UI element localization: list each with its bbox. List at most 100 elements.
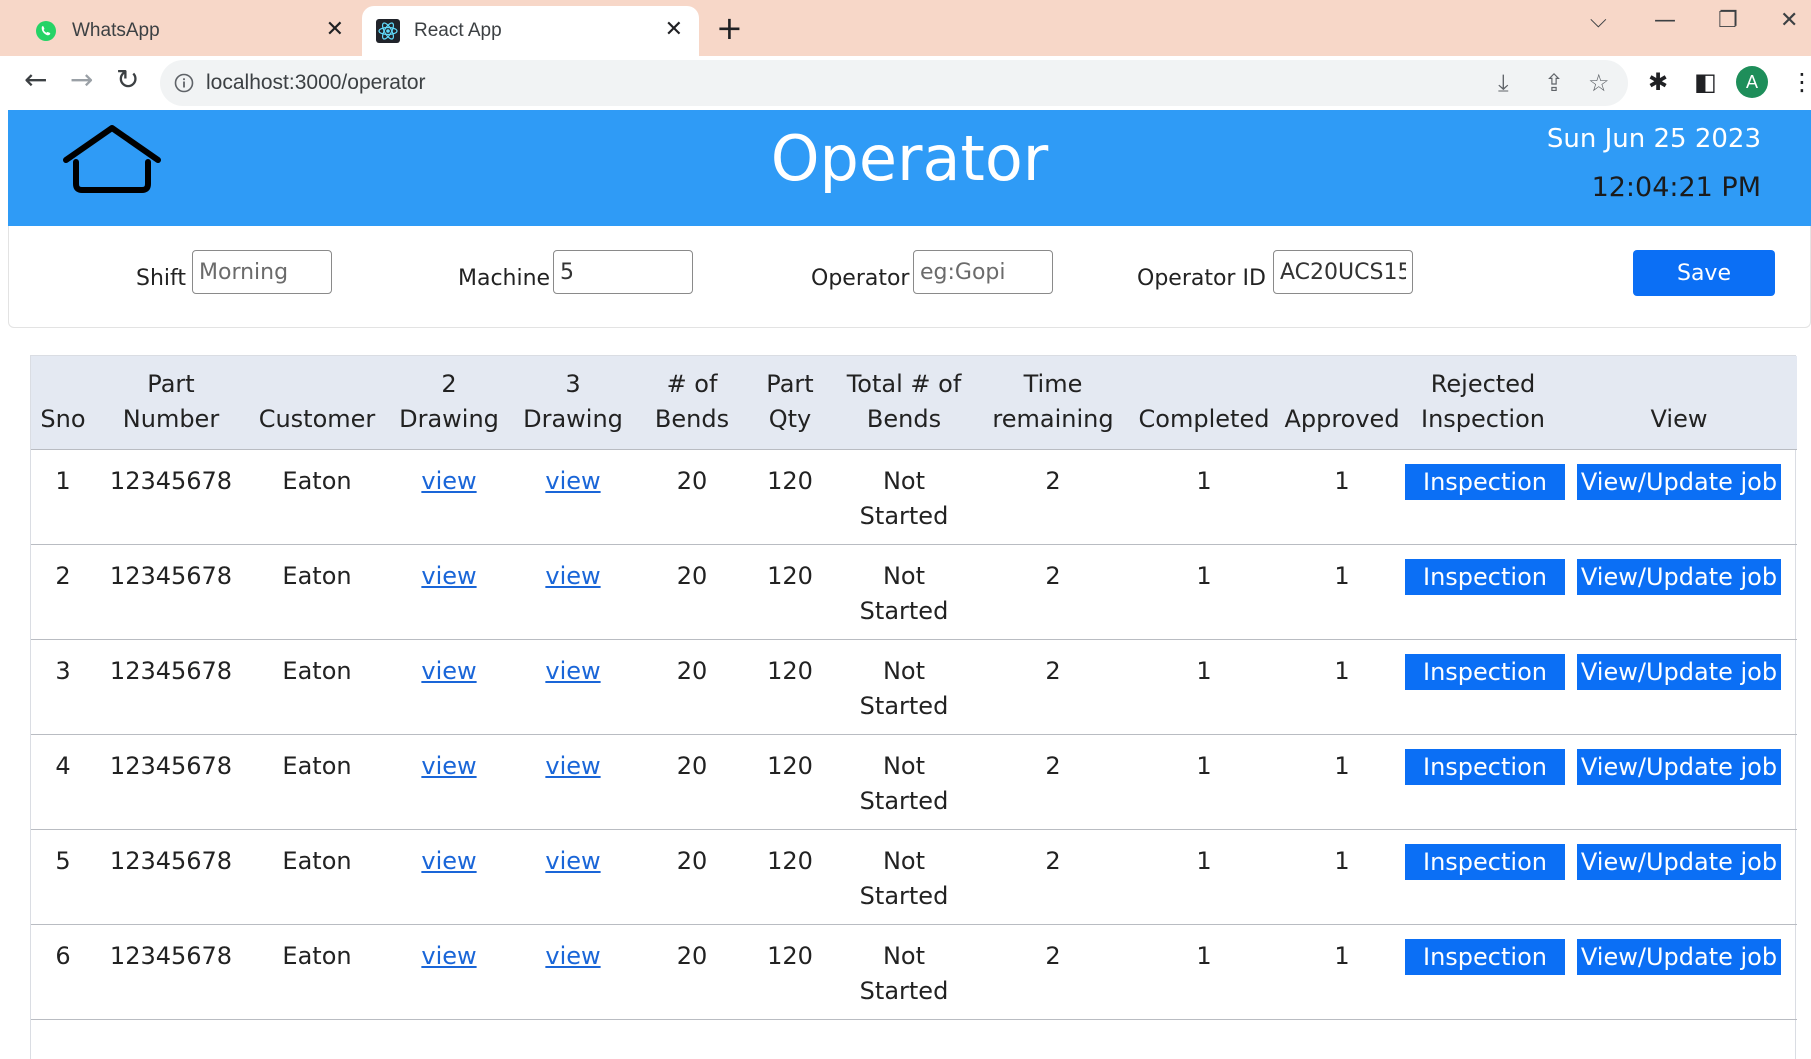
drawing-3-view-link[interactable]: view	[545, 467, 600, 495]
extensions-puzzle-icon[interactable]: ✱	[1648, 68, 1668, 96]
table-cell: 3	[31, 639, 95, 735]
column-header: View	[1561, 356, 1797, 450]
jobs-table-container: Sno Part Number Customer 2 Drawing 3 Drawing # o…	[30, 355, 1797, 1059]
part-qty-cell: 120	[767, 561, 813, 590]
table-cell: Not Started	[831, 734, 977, 830]
kebab-menu-icon[interactable]: ⋮	[1790, 68, 1811, 96]
share-icon[interactable]: ⇪	[1544, 69, 1564, 97]
part-number-cell: 12345678	[109, 656, 233, 685]
part-qty-cell: 120	[767, 751, 813, 780]
table-cell: 20	[635, 449, 749, 545]
operator-id-input[interactable]	[1273, 250, 1413, 294]
install-app-icon[interactable]: ⤓	[1498, 69, 1509, 97]
bends-cell: 20	[676, 561, 708, 590]
address-bar[interactable]: localhost:3000/operator ⤓ ⇪ ☆	[160, 60, 1628, 106]
table-cell: 2	[977, 829, 1129, 925]
view-update-job-button[interactable]: View/Update job	[1576, 938, 1782, 975]
time-remaining-cell: 2	[1045, 846, 1061, 875]
bookmark-star-icon[interactable]: ☆	[1588, 69, 1610, 97]
drawing-2-view-link[interactable]: view	[421, 562, 476, 590]
bends-cell: 20	[676, 466, 708, 495]
operator-input[interactable]	[913, 250, 1053, 294]
drawing-2-view-link[interactable]: view	[421, 752, 476, 780]
tab-react-app[interactable]: React App ✕	[362, 6, 699, 56]
rejected-inspection-button[interactable]: Inspection	[1405, 938, 1565, 975]
table-cell: 1	[1279, 449, 1405, 545]
customer-cell: Eaton	[282, 466, 352, 495]
shift-input[interactable]	[192, 250, 332, 294]
reload-icon[interactable]: ↻	[116, 66, 139, 94]
table-cell: 120	[749, 544, 831, 640]
view-update-job-button[interactable]: View/Update job	[1576, 463, 1782, 500]
table-cell: view	[387, 639, 511, 735]
bends-cell: 20	[676, 941, 708, 970]
view-update-job-button[interactable]: View/Update job	[1576, 558, 1782, 595]
total-bends-status-cell: Not	[882, 656, 926, 685]
drawing-2-view-link[interactable]: view	[421, 467, 476, 495]
completed-cell: 1	[1196, 846, 1212, 875]
rejected-inspection-button[interactable]: Inspection	[1405, 558, 1565, 595]
view-update-job-button[interactable]: View/Update job	[1576, 748, 1782, 785]
profile-avatar[interactable]: A	[1736, 66, 1768, 98]
time-remaining-cell: 2	[1045, 751, 1061, 780]
restore-icon[interactable]: ❐	[1718, 8, 1738, 33]
drawing-2-view-link[interactable]: view	[421, 657, 476, 685]
column-header-text: # of	[666, 369, 718, 398]
rejected-inspection-button[interactable]: Inspection	[1405, 748, 1565, 785]
close-tab-icon[interactable]: ✕	[665, 19, 683, 41]
drawing-2-view-link[interactable]: view	[421, 942, 476, 970]
approved-cell: 1	[1334, 466, 1350, 495]
table-cell: 2	[977, 924, 1129, 1020]
completed-cell: 1	[1196, 751, 1212, 780]
completed-cell: 1	[1196, 656, 1212, 685]
table-cell: 1	[1279, 734, 1405, 830]
drawing-3-view-link[interactable]: view	[545, 657, 600, 685]
drawing-3-view-link[interactable]: view	[545, 847, 600, 875]
rejected-inspection-button[interactable]: Inspection	[1405, 653, 1565, 690]
table-body: 1 12345678 Eaton view view 20 120 Not Started 2 1 1…	[31, 449, 1797, 1020]
column-header: Completed	[1129, 356, 1279, 450]
close-tab-icon[interactable]: ✕	[326, 19, 344, 41]
total-bends-status-cell: Started	[859, 596, 949, 625]
table-cell: Eaton	[247, 829, 387, 925]
time-remaining-cell: 2	[1045, 941, 1061, 970]
table-cell: Eaton	[247, 734, 387, 830]
part-number-cell: 12345678	[109, 561, 233, 590]
minimize-icon[interactable]: —	[1654, 8, 1676, 33]
table-cell: view	[511, 829, 635, 925]
rejected-inspection-button[interactable]: Inspection	[1405, 843, 1565, 880]
table-row: 3 12345678 Eaton view view 20 120 Not Started 2 1 1…	[31, 639, 1797, 735]
column-header-text: Part	[147, 369, 195, 398]
forward-arrow-icon[interactable]: →	[70, 66, 93, 94]
back-arrow-icon[interactable]: ←	[24, 66, 47, 94]
plus-icon[interactable]: +	[716, 12, 743, 44]
part-number-cell: 12345678	[109, 846, 233, 875]
tab-search-chevron-icon[interactable]: ⌵	[1590, 8, 1607, 33]
time-remaining-cell: 2	[1045, 466, 1061, 495]
drawing-3-view-link[interactable]: view	[545, 752, 600, 780]
table-header-row: Sno Part Number Customer 2 Drawing 3 Drawing # o…	[31, 356, 1797, 450]
column-header-text: remaining	[992, 404, 1114, 433]
part-qty-cell: 120	[767, 846, 813, 875]
table-cell: 2	[977, 544, 1129, 640]
side-panel-icon[interactable]: ◧	[1694, 68, 1717, 96]
table-cell: Eaton	[247, 449, 387, 545]
drawing-3-view-link[interactable]: view	[545, 562, 600, 590]
table-cell: 1	[31, 449, 95, 545]
drawing-2-view-link[interactable]: view	[421, 847, 476, 875]
table-cell: 20	[635, 924, 749, 1020]
close-window-icon[interactable]: ✕	[1780, 8, 1798, 33]
table-cell: 20	[635, 544, 749, 640]
view-update-job-button[interactable]: View/Update job	[1576, 843, 1782, 880]
site-info-icon[interactable]	[172, 71, 196, 95]
drawing-3-view-link[interactable]: view	[545, 942, 600, 970]
column-header-text: 2	[441, 369, 457, 398]
rejected-inspection-button[interactable]: Inspection	[1405, 463, 1565, 500]
machine-input[interactable]	[553, 250, 693, 294]
table-cell: Inspection	[1405, 924, 1565, 1020]
table-cell: view	[387, 449, 511, 545]
jobs-table: Sno Part Number Customer 2 Drawing 3 Drawing # o…	[31, 356, 1797, 1020]
view-update-job-button[interactable]: View/Update job	[1576, 653, 1782, 690]
tab-whatsapp[interactable]: WhatsApp ✕	[8, 6, 360, 56]
save-button[interactable]: Save	[1633, 250, 1775, 296]
